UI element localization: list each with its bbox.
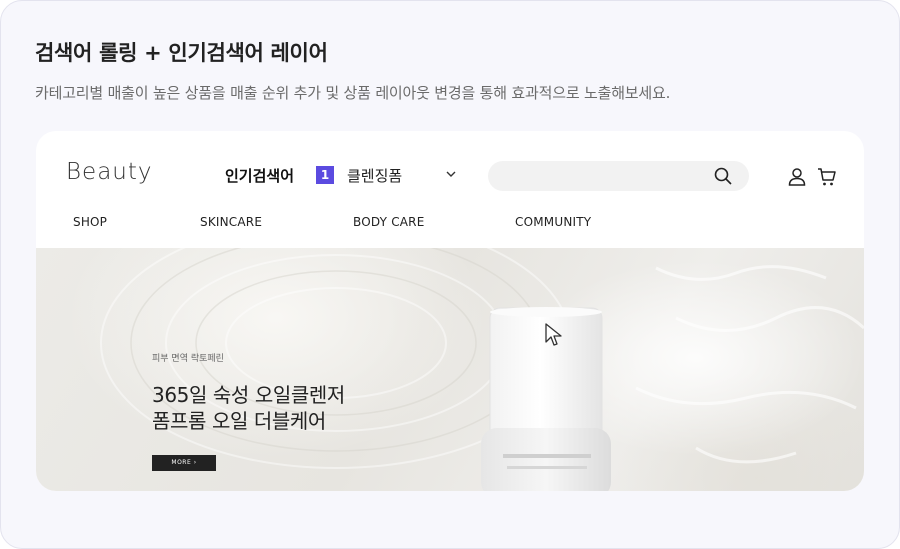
popular-search-label: 인기검색어 — [225, 167, 295, 185]
mouse-cursor-icon — [545, 323, 562, 346]
popular-keyword[interactable]: 클렌징폼 — [347, 165, 402, 186]
nav-shop[interactable]: SHOP — [73, 215, 107, 229]
chevron-right-icon: › — [193, 459, 197, 466]
hero-banner[interactable]: 피부 면역 락토페린 365일 숙성 오일클렌저 폼프롬 오일 더블케어 MOR… — [36, 248, 864, 491]
page-title: 검색어 롤링 + 인기검색어 레이어 — [35, 41, 328, 65]
page-container: 검색어 롤링 + 인기검색어 레이어 카테고리별 매출이 높은 상품을 매출 순… — [0, 0, 900, 549]
nav-skincare[interactable]: SKINCARE — [200, 215, 262, 229]
chevron-down-icon[interactable] — [441, 164, 461, 184]
more-button[interactable]: MORE › — [152, 455, 216, 471]
cart-icon[interactable] — [816, 166, 838, 188]
preview-card: Beauty 인기검색어 1 클렌징폼 SHOP SKINCARE BODY C… — [36, 131, 864, 491]
nav-body-care[interactable]: BODY CARE — [353, 215, 425, 229]
hero-title-line2: 폼프롬 오일 더블케어 — [152, 409, 326, 433]
search-input[interactable] — [488, 161, 749, 191]
hero-subtitle: 피부 면역 락토페린 — [152, 354, 224, 364]
hero-title: 365일 숙성 오일클렌저 폼프롬 오일 더블케어 — [152, 382, 345, 434]
search-icon[interactable] — [712, 165, 734, 187]
hero-title-line1: 365일 숙성 오일클렌저 — [152, 383, 345, 407]
user-icon[interactable] — [786, 166, 808, 188]
nav-community[interactable]: COMMUNITY — [515, 215, 591, 229]
brand-logo[interactable]: Beauty — [66, 159, 153, 185]
page-description: 카테고리별 매출이 높은 상품을 매출 순위 추가 및 상품 레이아웃 변경을 … — [35, 84, 671, 102]
more-button-label: MORE — [171, 459, 192, 466]
rank-badge: 1 — [316, 166, 334, 184]
